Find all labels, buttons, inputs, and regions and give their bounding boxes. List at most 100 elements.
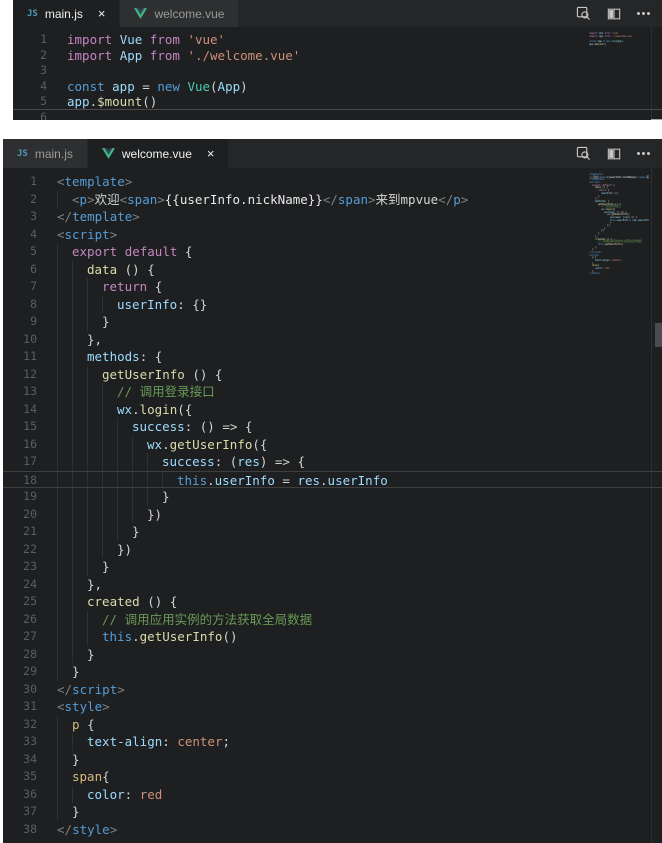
code-line[interactable]: 21} — [3, 523, 662, 541]
code-line[interactable]: 22}) — [3, 541, 662, 559]
line-number: 29 — [3, 663, 37, 681]
code-line[interactable]: 31<style> — [3, 698, 662, 716]
code-line[interactable]: 15success: () => { — [3, 418, 662, 436]
line-number: 6 — [3, 261, 37, 279]
js-file-icon: JS — [17, 149, 28, 159]
line-number: 14 — [3, 401, 37, 419]
overview-ruler-cursor-marker[interactable] — [651, 119, 662, 120]
js-file-icon: JS — [27, 9, 38, 19]
scrollbar-divider — [651, 168, 652, 843]
code-line[interactable]: 3 — [13, 63, 662, 79]
code-line[interactable]: 6 — [13, 110, 662, 121]
line-number: 12 — [3, 366, 37, 384]
code-line[interactable]: 2import App from './welcome.vue' — [13, 48, 662, 64]
tab-label: welcome.vue — [154, 7, 224, 21]
code-line[interactable]: 32p { — [3, 716, 662, 734]
code-line[interactable]: 38</style> — [3, 821, 662, 839]
code-line[interactable]: 17success: (res) => { — [3, 453, 662, 471]
line-number: 8 — [3, 296, 37, 314]
split-editor-icon[interactable] — [607, 147, 621, 161]
line-number: 22 — [3, 541, 37, 559]
close-icon[interactable]: × — [98, 7, 106, 20]
tab-bar: JSmain.jswelcome.vue× — [3, 139, 662, 168]
line-number: 33 — [3, 733, 37, 751]
scrollbar-thumb[interactable] — [655, 323, 662, 347]
code-line[interactable]: 36color: red — [3, 786, 662, 804]
line-number: 21 — [3, 523, 37, 541]
split-editor-icon[interactable] — [607, 7, 621, 21]
code-line[interactable]: 1<template> — [3, 173, 662, 191]
vue-file-icon — [102, 148, 115, 159]
code-line[interactable]: 2<p>欢迎<span>{{userInfo.nickName}}</span>… — [3, 191, 662, 209]
editor-actions — [576, 139, 662, 168]
minimap[interactable]: <template><p>欢迎<span>{{userInfo.nickName… — [589, 173, 649, 275]
code-area[interactable]: 1<template>2<p>欢迎<span>{{userInfo.nickNa… — [3, 173, 662, 838]
tab-welcome-vue[interactable]: welcome.vue× — [88, 139, 229, 168]
line-number: 6 — [13, 110, 47, 121]
line-number: 17 — [3, 453, 37, 471]
code-line[interactable]: 30</script> — [3, 681, 662, 699]
line-number: 9 — [3, 313, 37, 331]
line-number: 34 — [3, 751, 37, 769]
code-line[interactable]: 11methods: { — [3, 348, 662, 366]
search-preview-icon[interactable] — [576, 6, 591, 21]
line-number: 37 — [3, 803, 37, 821]
code-line[interactable]: 1import Vue from 'vue' — [13, 32, 662, 48]
code-line[interactable]: 28} — [3, 646, 662, 664]
code-line[interactable]: 29} — [3, 663, 662, 681]
code-line[interactable]: 16wx.getUserInfo({ — [3, 436, 662, 454]
code-line[interactable]: 6data () { — [3, 261, 662, 279]
tab-welcome-vue[interactable]: welcome.vue — [120, 0, 238, 27]
code-line[interactable]: 5app.$mount() — [13, 94, 662, 110]
code-line[interactable]: 34} — [3, 751, 662, 769]
more-actions-icon[interactable] — [637, 12, 650, 15]
code-line[interactable]: 5export default { — [3, 243, 662, 261]
code-line[interactable]: 23} — [3, 558, 662, 576]
code-line[interactable]: 25created () { — [3, 593, 662, 611]
line-number: 20 — [3, 506, 37, 524]
code-editor[interactable]: 1<template>2<p>欢迎<span>{{userInfo.nickNa… — [3, 168, 662, 843]
line-number: 3 — [13, 63, 47, 79]
line-number: 23 — [3, 558, 37, 576]
code-line[interactable]: 33text-align: center; — [3, 733, 662, 751]
line-number: 3 — [3, 208, 37, 226]
line-number: 15 — [3, 418, 37, 436]
code-line[interactable]: 9} — [3, 313, 662, 331]
line-number: 1 — [13, 32, 47, 48]
line-number: 19 — [3, 488, 37, 506]
code-line[interactable]: 24}, — [3, 576, 662, 594]
code-line[interactable]: 4<script> — [3, 226, 662, 244]
minimap[interactable]: import Vue from 'vue'import App from './… — [589, 32, 649, 48]
line-number: 16 — [3, 436, 37, 454]
search-preview-icon[interactable] — [576, 146, 591, 161]
line-number: 10 — [3, 331, 37, 349]
code-line[interactable]: 26// 调用应用实例的方法获取全局数据 — [3, 611, 662, 629]
tab-label: main.js — [45, 7, 83, 21]
code-line[interactable]: 27this.getUserInfo() — [3, 628, 662, 646]
code-line[interactable]: 18this.userInfo = res.userInfo — [3, 471, 662, 489]
tab-main-js[interactable]: JSmain.js — [3, 139, 87, 168]
code-line[interactable]: 13// 调用登录接口 — [3, 383, 662, 401]
tab-main-js[interactable]: JS main.js × — [13, 0, 119, 27]
code-area[interactable]: 1import Vue from 'vue'2import App from '… — [13, 32, 662, 120]
code-line[interactable]: 37} — [3, 803, 662, 821]
code-line[interactable]: 3</template> — [3, 208, 662, 226]
code-line[interactable]: 8userInfo: {} — [3, 296, 662, 314]
more-actions-icon[interactable] — [637, 152, 650, 155]
line-number: 24 — [3, 576, 37, 594]
code-line[interactable]: 4const app = new Vue(App) — [13, 79, 662, 95]
line-number: 27 — [3, 628, 37, 646]
line-number: 13 — [3, 383, 37, 401]
close-icon[interactable]: × — [207, 147, 215, 160]
code-line[interactable]: 7return { — [3, 278, 662, 296]
code-line[interactable]: 20}) — [3, 506, 662, 524]
code-line[interactable]: 19} — [3, 488, 662, 506]
line-number: 7 — [3, 278, 37, 296]
code-line[interactable]: 10}, — [3, 331, 662, 349]
code-line[interactable]: 14wx.login({ — [3, 401, 662, 419]
code-line[interactable]: 12getUserInfo () { — [3, 366, 662, 384]
code-line[interactable]: 35span{ — [3, 768, 662, 786]
line-number: 5 — [13, 94, 47, 109]
code-editor[interactable]: 1import Vue from 'vue'2import App from '… — [13, 27, 662, 120]
line-number: 31 — [3, 698, 37, 716]
